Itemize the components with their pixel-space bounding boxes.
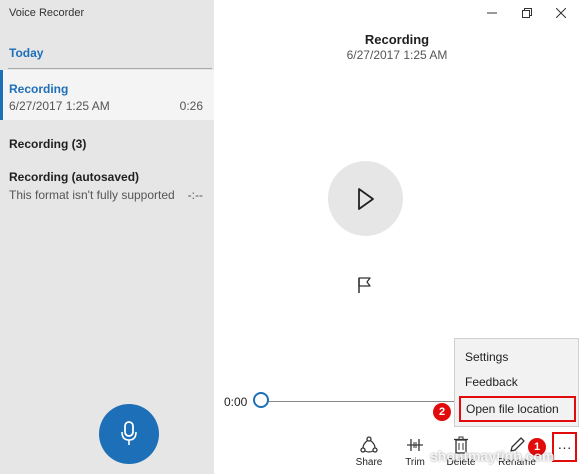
detail-date: 6/27/2017 1:25 AM	[346, 48, 448, 62]
play-button[interactable]	[328, 161, 403, 236]
minimize-icon	[487, 12, 497, 14]
recording-date: 6/27/2017 1:25 AM	[9, 99, 110, 113]
recording-duration: -:--	[187, 188, 203, 202]
more-options-button[interactable]: ···	[552, 432, 577, 462]
recording-list-item-selected[interactable]: Recording 6/27/2017 1:25 AM 0:26	[0, 70, 214, 120]
share-label: Share	[355, 457, 383, 468]
recording-list-item[interactable]: Recording (autosaved) This format isn't …	[0, 163, 214, 205]
microphone-icon	[121, 421, 137, 445]
share-icon	[360, 436, 378, 453]
share-button[interactable]: Share	[349, 436, 389, 474]
close-icon	[556, 8, 566, 18]
recording-title: Recording (3)	[9, 137, 87, 151]
more-options-menu: Settings Feedback Open file location	[454, 338, 579, 427]
more-icon: ···	[557, 439, 572, 455]
close-button[interactable]	[551, 4, 571, 22]
current-time: 0:00	[224, 395, 248, 409]
minimize-button[interactable]	[482, 4, 502, 22]
play-icon	[357, 187, 374, 210]
recording-list-item[interactable]: Recording (3)	[0, 130, 214, 160]
recordings-pane: Voice Recorder Today Recording 6/27/2017…	[0, 0, 214, 474]
trim-button[interactable]: Trim	[395, 436, 435, 474]
flag-icon	[358, 277, 371, 293]
seek-thumb[interactable]	[253, 392, 269, 408]
seek-track[interactable]	[262, 401, 457, 402]
trim-label: Trim	[405, 457, 425, 468]
add-marker-button[interactable]	[356, 276, 374, 294]
group-header-today: Today	[9, 46, 44, 60]
menu-item-feedback[interactable]: Feedback	[465, 375, 518, 389]
recording-title: Recording (autosaved)	[9, 170, 140, 184]
maximize-button[interactable]	[517, 4, 537, 22]
recording-subtitle: This format isn't fully supported	[9, 188, 175, 202]
step-badge-2: 2	[433, 403, 451, 421]
trim-icon	[407, 439, 423, 451]
record-button[interactable]	[99, 404, 159, 464]
selection-accent	[0, 70, 3, 120]
app-title: Voice Recorder	[9, 7, 85, 19]
group-divider	[8, 68, 212, 69]
recording-duration: 0:26	[179, 99, 203, 113]
menu-item-open-file-location[interactable]: Open file location	[459, 396, 576, 422]
watermark: shoutmaytinh.com	[430, 448, 555, 464]
detail-title: Recording	[364, 32, 430, 47]
recording-title: Recording	[9, 82, 69, 96]
menu-item-settings[interactable]: Settings	[465, 350, 508, 364]
maximize-icon	[522, 8, 532, 18]
